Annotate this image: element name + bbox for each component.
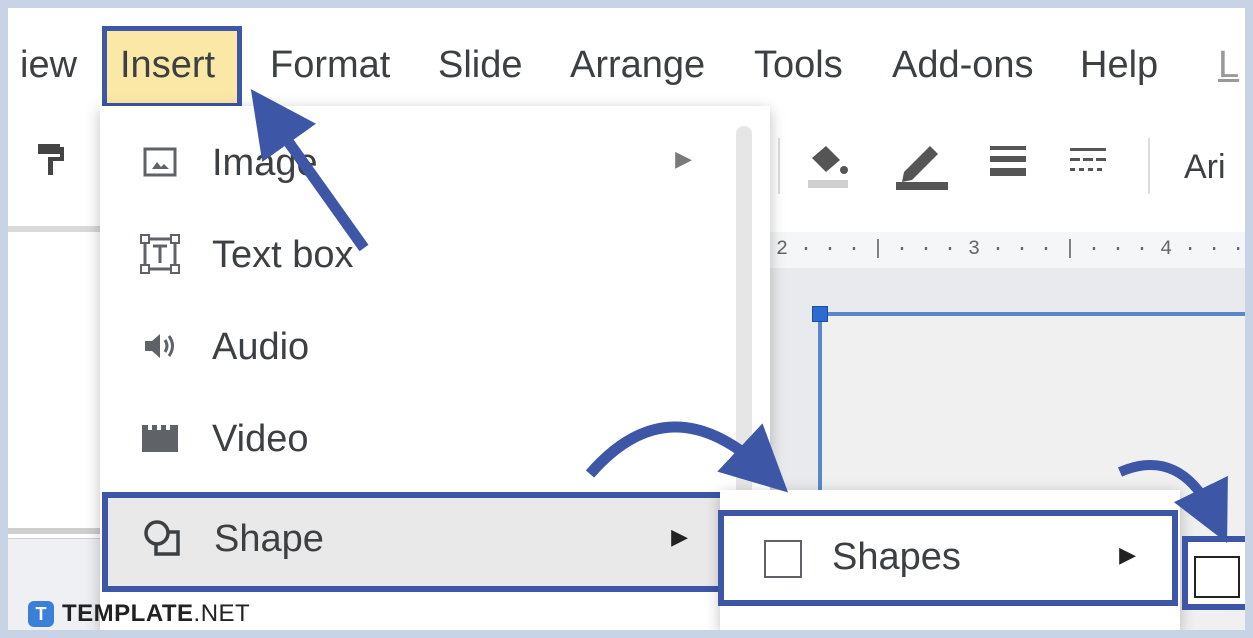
template-logo: T TEMPLATE.NET (28, 594, 250, 630)
screenshot-frame: iew Insert Format Slide Arrange Tools Ad… (8, 8, 1245, 630)
arrow-to-shapes (585, 421, 789, 493)
logo-badge: T (28, 601, 54, 627)
logo-brand: TEMPLATE (62, 600, 194, 627)
logo-text: TEMPLATE.NET (62, 600, 250, 628)
arrow-to-rectangle (1118, 460, 1228, 543)
annotation-arrows (250, 89, 1228, 543)
arrow-to-insert (250, 89, 369, 252)
logo-suffix: .NET (193, 600, 251, 627)
